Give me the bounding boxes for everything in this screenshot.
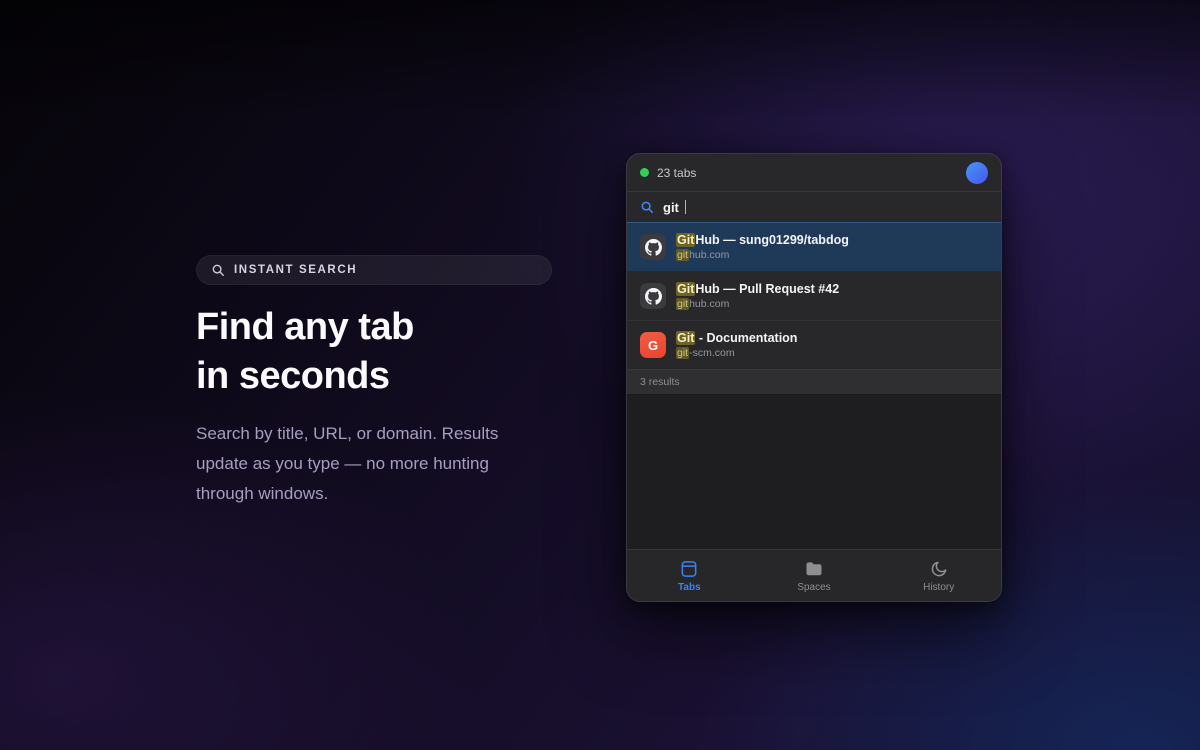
history-moon-icon: [929, 559, 949, 579]
results-empty-area: [627, 395, 1001, 549]
result-title: GitHub — Pull Request #42: [676, 281, 839, 297]
git-icon: G: [640, 332, 666, 358]
results-count-label: 3 results: [640, 376, 680, 388]
badge-label: INSTANT SEARCH: [234, 264, 357, 276]
tab-spaces[interactable]: Spaces: [752, 550, 877, 601]
hero-section: INSTANT SEARCH Find any tab in seconds Se…: [196, 255, 552, 509]
result-domain: git-scm.com: [676, 347, 797, 360]
tab-label: Tabs: [678, 582, 701, 593]
title-line-1: Find any tab: [196, 306, 414, 348]
result-domain: github.com: [676, 298, 839, 311]
match-highlight: git: [676, 249, 689, 261]
page-title: Find any tab in seconds: [196, 303, 552, 401]
results-count-bar: 3 results: [627, 369, 1001, 395]
result-title: Git - Documentation: [676, 330, 797, 346]
tab-label: Spaces: [797, 582, 830, 593]
avatar-button[interactable]: [966, 162, 988, 184]
green-status-dot: [640, 168, 649, 177]
search-result-github-tabdog[interactable]: GitHub — sung01299/tabdog github.com: [627, 222, 1001, 271]
instant-search-badge: INSTANT SEARCH: [196, 255, 552, 285]
tab-label: History: [923, 582, 954, 593]
tab-search-window: 23 tabs git GitHub — sung01299/tabdog gi…: [626, 153, 1002, 602]
tabs-icon: [679, 559, 699, 579]
search-icon: [640, 200, 654, 214]
search-result-github-pr[interactable]: GitHub — Pull Request #42 github.com: [627, 271, 1001, 320]
search-query-text: git: [663, 200, 679, 215]
window-header: 23 tabs: [627, 154, 1001, 192]
search-input[interactable]: git: [627, 192, 1001, 222]
search-results-list: GitHub — sung01299/tabdog github.com Git…: [627, 222, 1001, 369]
match-highlight: git: [676, 347, 689, 359]
github-icon: [640, 283, 666, 309]
tab-history[interactable]: History: [876, 550, 1001, 601]
search-icon: [211, 263, 225, 277]
result-title: GitHub — sung01299/tabdog: [676, 232, 849, 248]
spaces-folder-icon: [804, 559, 824, 579]
match-highlight: Git: [676, 331, 695, 345]
text-cursor: [685, 200, 687, 214]
search-result-git-docs[interactable]: G Git - Documentation git-scm.com: [627, 320, 1001, 369]
match-highlight: Git: [676, 233, 695, 247]
result-domain: github.com: [676, 249, 849, 262]
bottom-tab-bar: Tabs Spaces History: [627, 549, 1001, 601]
github-icon: [640, 234, 666, 260]
tab-tabs[interactable]: Tabs: [627, 550, 752, 601]
page-description: Search by title, URL, or domain. Results…: [196, 419, 530, 509]
tab-count-label: 23 tabs: [657, 166, 696, 180]
match-highlight: Git: [676, 282, 695, 296]
title-line-2: in seconds: [196, 355, 390, 397]
page-background: INSTANT SEARCH Find any tab in seconds Se…: [0, 0, 1200, 750]
match-highlight: git: [676, 298, 689, 310]
